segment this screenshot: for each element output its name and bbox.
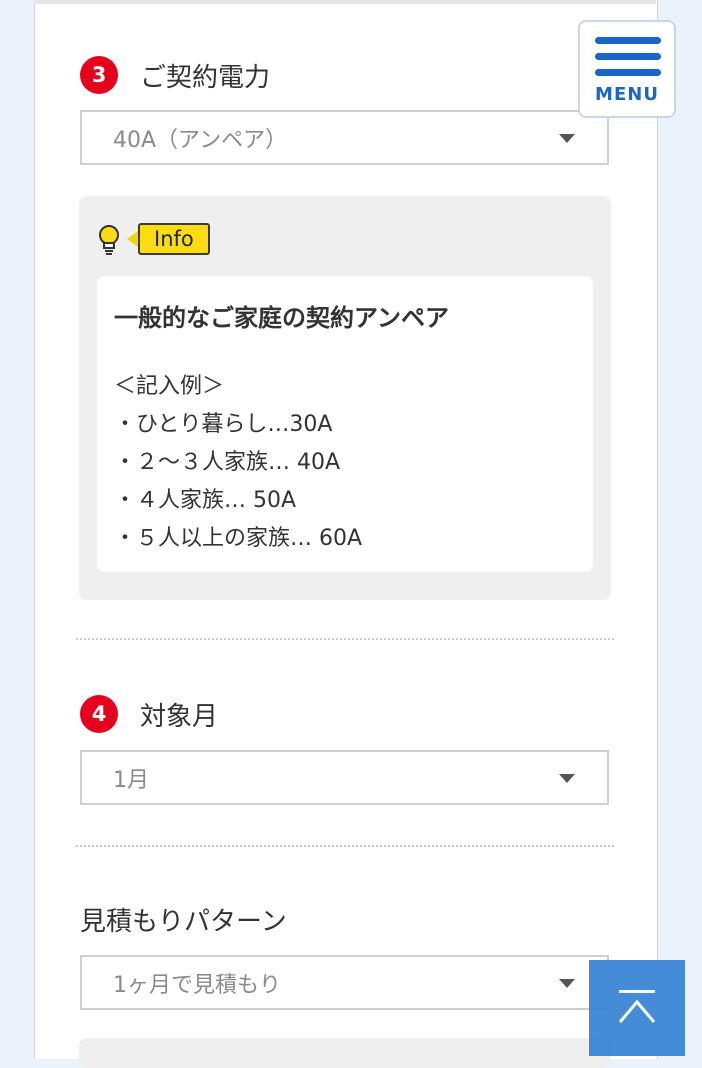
info-lines: ＜記入例＞ ・ひとり暮らし…30A ・２～３人家族… 40A ・４人家族… 50… bbox=[114, 368, 362, 558]
info-line: ・２～３人家族… 40A bbox=[114, 450, 341, 475]
info-tag-label: Info bbox=[138, 223, 210, 255]
info-title: 一般的なご家庭の契約アンペア bbox=[114, 304, 450, 332]
select-value: 1月 bbox=[113, 767, 149, 793]
arrow-up-icon bbox=[618, 999, 656, 1023]
info-box: Info 一般的なご家庭の契約アンペア ＜記入例＞ ・ひとり暮らし…30A ・２… bbox=[79, 196, 611, 600]
info-line: ・５人以上の家族… 60A bbox=[114, 526, 363, 551]
section-3-header: 3 ご契約電力 bbox=[80, 55, 270, 95]
info-tag: Info bbox=[127, 222, 210, 256]
contract-power-select[interactable]: 40A（アンペア） bbox=[80, 110, 609, 165]
section-title: ご契約電力 bbox=[140, 62, 271, 93]
divider bbox=[76, 845, 614, 847]
select-value: 40A（アンペア） bbox=[113, 127, 288, 153]
info-line: ・ひとり暮らし…30A bbox=[114, 412, 333, 437]
menu-label: MENU bbox=[595, 84, 659, 105]
caret-down-icon bbox=[559, 134, 575, 143]
target-month-select[interactable]: 1月 bbox=[80, 750, 609, 805]
hamburger-icon bbox=[595, 37, 661, 44]
caret-down-icon bbox=[559, 774, 575, 783]
hamburger-icon bbox=[595, 53, 661, 60]
lightbulb-icon bbox=[99, 225, 119, 255]
info-line: ・４人家族… 50A bbox=[114, 488, 297, 513]
divider bbox=[76, 638, 614, 640]
select-value: 1ヶ月で見積もり bbox=[113, 972, 281, 998]
step-number-badge: 3 bbox=[80, 56, 118, 94]
step-number-badge: 4 bbox=[80, 695, 118, 733]
caret-down-icon bbox=[559, 979, 575, 988]
estimate-pattern-select[interactable]: 1ヶ月で見積もり bbox=[80, 955, 609, 1010]
back-to-top-button[interactable] bbox=[589, 960, 685, 1056]
info-line: ＜記入例＞ bbox=[114, 374, 225, 399]
section-4-header: 4 対象月 bbox=[80, 694, 218, 734]
pattern-title: 見積もりパターン bbox=[80, 907, 287, 937]
tag-pointer bbox=[127, 231, 138, 247]
menu-button[interactable]: MENU bbox=[578, 20, 676, 118]
section-title: 対象月 bbox=[140, 701, 219, 732]
info-content: 一般的なご家庭の契約アンペア ＜記入例＞ ・ひとり暮らし…30A ・２～３人家族… bbox=[97, 276, 593, 572]
hamburger-icon bbox=[595, 69, 661, 76]
next-info-box bbox=[79, 1038, 611, 1068]
top-line-icon bbox=[619, 990, 655, 993]
top-border bbox=[34, 0, 656, 4]
